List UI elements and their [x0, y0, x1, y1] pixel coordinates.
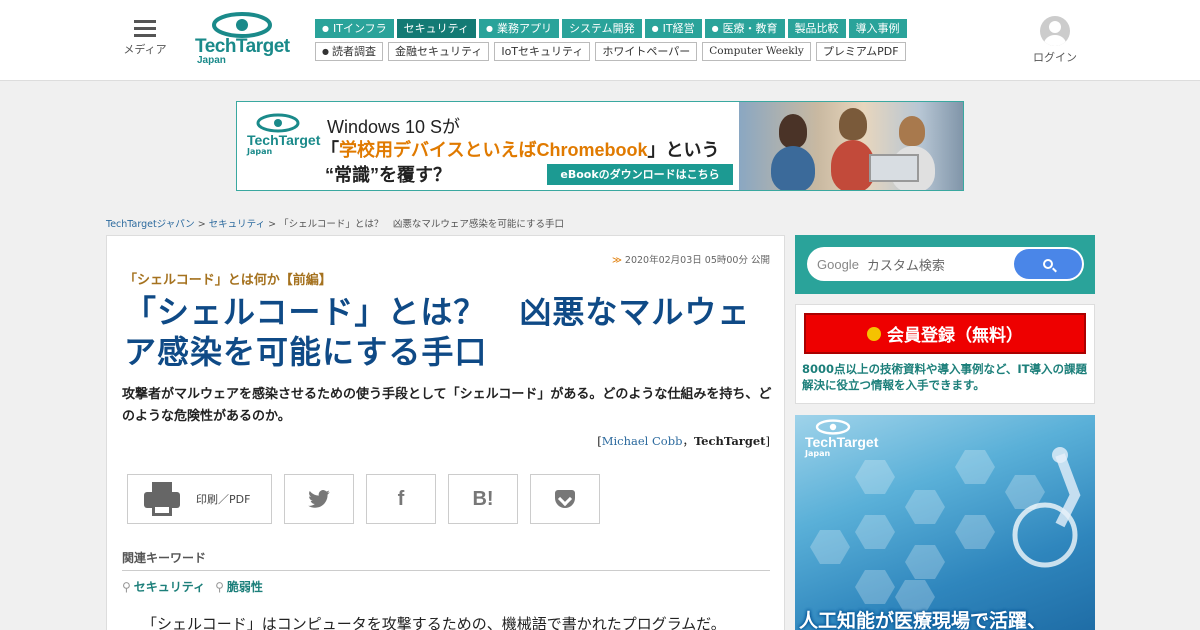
ad-headline: 人工知能が医療現場で活躍、 — [799, 610, 1047, 630]
nav-sub-4[interactable]: Computer Weekly — [702, 42, 811, 61]
twitter-share-button[interactable] — [284, 474, 354, 524]
banner-logo-wordmark: TechTarget — [247, 132, 321, 148]
hex-heart-icon — [955, 515, 995, 549]
primary-nav: ● ITインフラ セキュリティ ● 業務アプリ システム開発 ● IT経営 ● 医療・教育 製品比較… — [315, 19, 907, 38]
bullet-icon: ● — [322, 47, 329, 56]
robot-arm-icon — [1012, 447, 1081, 568]
article-byline: [Michael Cobb，TechTarget] — [597, 434, 770, 448]
member-icon — [867, 326, 881, 341]
register-button[interactable]: 会員登録（無料） — [804, 313, 1086, 354]
print-pdf-label: 印刷／PDF — [196, 493, 251, 506]
techtarget-logo[interactable]: TechTarget Japan — [195, 10, 290, 70]
bullet-icon: ● — [322, 24, 329, 33]
breadcrumb: TechTargetジャパン > セキュリティ > 「シェルコード」とは？ 凶悪… — [106, 219, 565, 230]
double-chevron-icon: ≫ — [611, 255, 622, 266]
banner-cta-button[interactable]: eBookのダウンロードはこちら — [547, 164, 733, 185]
banner-students-photo — [739, 102, 963, 190]
print-pdf-button[interactable]: 印刷／PDF — [127, 474, 272, 524]
article-lead: 攻撃者がマルウェアを感染させるための使う手段として「シェルコード」がある。どのよ… — [122, 387, 772, 424]
media-menu-button[interactable]: メディア — [122, 20, 168, 57]
register-description: 8000点以上の技術資料や導入事例など、IT導入の課題解決に役立つ情報を入手でき… — [802, 362, 1088, 392]
banner-highlight: 学校用デバイスといえばChromebook — [339, 140, 648, 160]
breadcrumb-home[interactable]: TechTargetジャパン — [106, 219, 195, 230]
top-banner-ad[interactable]: TechTarget Japan Windows 10 Sが 「学校用デバイスと… — [236, 101, 964, 191]
sidebar-ad[interactable]: TechTarget Japan 人工知能が医療現場で活躍、 — [795, 415, 1095, 630]
hatena-bookmark-icon: B! — [472, 487, 494, 510]
bullet-icon: ● — [485, 24, 493, 33]
breadcrumb-security[interactable]: セキュリティ — [209, 219, 265, 230]
keyword-list: ⚲ セキュリティ ⚲ 脆弱性 — [122, 578, 263, 595]
bullet-icon: ● — [651, 24, 659, 33]
hex-wheelchair-icon — [810, 530, 850, 564]
ad-logo-subtitle: Japan — [805, 449, 831, 458]
hex-stomach-icon — [855, 515, 895, 549]
nav-tab-0[interactable]: ● ITインフラ — [315, 19, 394, 38]
nav-tab-1[interactable]: セキュリティ — [396, 19, 476, 38]
nav-tab-6[interactable]: 製品比較 — [787, 19, 846, 38]
publish-date: ≫ 2020年02月03日 05時00分 公開 — [611, 255, 770, 266]
facebook-share-button[interactable]: f — [366, 474, 436, 524]
article-body-first-line: 「シェルコード」はコンピュータを攻撃するための、機械語で書かれたプログラムだ。 — [142, 615, 726, 630]
banner-logo-subtitle: Japan — [247, 147, 273, 156]
author-link[interactable]: Michael Cobb — [602, 434, 683, 448]
hex-bandage-icon — [855, 570, 895, 604]
logo-subtitle: Japan — [197, 55, 226, 66]
hex-lungs-icon — [905, 490, 945, 524]
nav-tab-5[interactable]: ● 医療・教育 — [704, 19, 785, 38]
hex-helicopter-icon — [855, 460, 895, 494]
secondary-nav: ● 読者調査 金融セキュリティ IoTセキュリティ ホワイトペーパー Computer W… — [315, 42, 906, 61]
register-button-label: 会員登録（無料） — [887, 326, 1023, 346]
bullet-icon: ● — [711, 24, 719, 33]
related-keywords-label: 関連キーワード — [122, 551, 207, 565]
printer-icon — [144, 482, 180, 516]
google-brand: Google — [817, 256, 859, 272]
facebook-icon: f — [397, 487, 405, 510]
article-title: 「シェルコード」とは？ 凶悪なマルウェア感染を可能にする手口 — [124, 293, 751, 371]
pocket-save-button[interactable] — [530, 474, 600, 524]
keywords-divider — [122, 570, 770, 571]
key-icon: ⚲ — [122, 580, 131, 594]
login-button[interactable]: ログイン — [1033, 16, 1077, 65]
site-search: Google カスタム検索 — [795, 235, 1095, 294]
nav-tab-7[interactable]: 導入事例 — [848, 19, 907, 38]
media-menu-label: メディア — [123, 43, 167, 56]
nav-sub-1[interactable]: 金融セキュリティ — [387, 42, 490, 61]
pocket-icon — [555, 490, 575, 508]
breadcrumb-current: 「シェルコード」とは？ 凶悪なマルウェア感染を可能にする手口 — [279, 219, 565, 230]
site-header: メディア TechTarget Japan ● ITインフラ セキュリティ ● 業務アプ… — [0, 0, 1200, 81]
search-button[interactable] — [1014, 247, 1084, 281]
search-input[interactable]: Google カスタム検索 — [807, 247, 1019, 281]
keyword-security[interactable]: ⚲ セキュリティ — [122, 578, 205, 595]
banner-line-3: “常識”を覆す？ — [325, 165, 451, 185]
nav-tab-4[interactable]: ● IT経営 — [644, 19, 702, 38]
keyword-vulnerability[interactable]: ⚲ 脆弱性 — [215, 578, 263, 595]
user-avatar-icon — [1040, 16, 1070, 46]
nav-tab-2[interactable]: ● 業務アプリ — [478, 19, 559, 38]
eye-logo-icon — [256, 113, 300, 133]
login-label: ログイン — [1033, 51, 1077, 64]
twitter-icon — [308, 490, 330, 508]
article-kicker: 「シェルコード」とは何か【前編】 — [124, 273, 332, 288]
hamburger-icon — [134, 20, 156, 37]
nav-sub-2[interactable]: IoTセキュリティ — [494, 42, 591, 61]
nav-tab-3[interactable]: システム開発 — [561, 19, 642, 38]
nav-sub-0[interactable]: ● 読者調査 — [315, 42, 383, 61]
hatena-bookmark-button[interactable]: B! — [448, 474, 518, 524]
hex-bed-icon — [905, 545, 945, 579]
register-panel: 会員登録（無料） 8000点以上の技術資料や導入事例など、IT導入の課題解決に役… — [795, 304, 1095, 404]
nav-sub-5[interactable]: プレミアムPDF — [815, 42, 906, 61]
search-icon — [1043, 259, 1053, 269]
nav-sub-3[interactable]: ホワイトペーパー — [595, 42, 698, 61]
banner-line-2: 「学校用デバイスといえばChromebook」という — [321, 140, 720, 160]
search-placeholder: カスタム検索 — [866, 258, 945, 274]
article-card: ≫ 2020年02月03日 05時00分 公開 「シェルコード」とは何か【前編】 … — [106, 235, 785, 630]
ad-logo-wordmark: TechTarget — [805, 434, 879, 450]
key-icon: ⚲ — [215, 580, 224, 594]
hex-pill-icon — [955, 450, 995, 484]
